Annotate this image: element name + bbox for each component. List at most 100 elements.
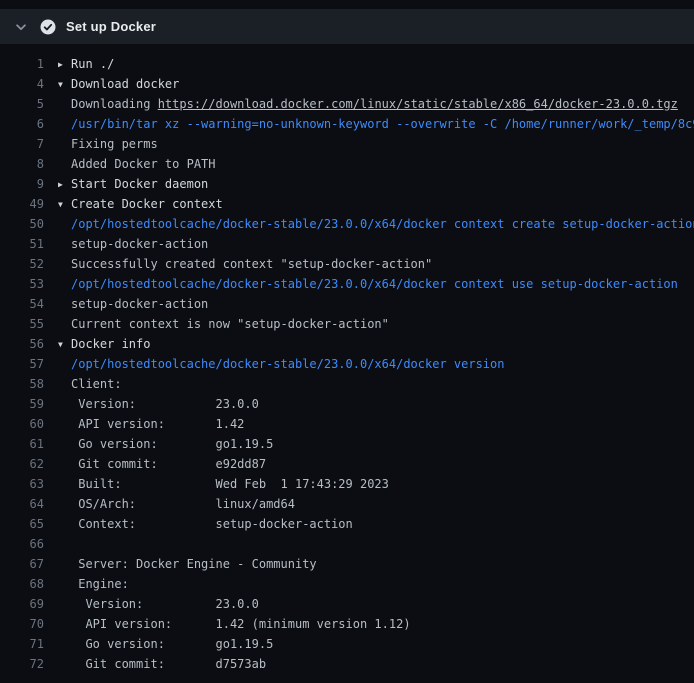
log-line: 59 Version: 23.0.0	[0, 394, 694, 414]
line-number[interactable]: 61	[0, 434, 44, 454]
log-line: 69 Version: 23.0.0	[0, 594, 694, 614]
step-header[interactable]: Set up Docker	[0, 9, 694, 44]
chevron-right-icon[interactable]: ▶	[58, 55, 71, 74]
log-group-row: 1 ▶Run ./	[0, 54, 694, 74]
line-number[interactable]: 72	[0, 654, 44, 674]
line-number[interactable]: 9	[0, 174, 44, 194]
log-text-line: Version: 23.0.0	[58, 594, 259, 614]
chevron-down-icon[interactable]: ▼	[58, 195, 71, 214]
log-group-header[interactable]: ▶Start Docker daemon	[58, 174, 208, 194]
log-line: 50/opt/hostedtoolcache/docker-stable/23.…	[0, 214, 694, 234]
log-line: 66	[0, 534, 694, 554]
line-number[interactable]: 4	[0, 74, 44, 94]
line-number[interactable]: 66	[0, 534, 44, 554]
log-text-line: Version: 23.0.0	[58, 394, 259, 414]
group-title: Download docker	[71, 77, 179, 91]
log-line: 52 Successfully created context "setup-do…	[0, 254, 694, 274]
log-group-header[interactable]: ▼Create Docker context	[58, 194, 223, 214]
line-number[interactable]: 1	[0, 54, 44, 74]
log-line: 54 setup-docker-action	[0, 294, 694, 314]
line-number[interactable]: 69	[0, 594, 44, 614]
log-text: /opt/hostedtoolcache/docker-stable/23.0.…	[71, 357, 504, 371]
line-number[interactable]: 59	[0, 394, 44, 414]
log-text: API version: 1.42 (minimum version 1.12)	[71, 617, 411, 631]
log-text-line: Fixing perms	[58, 134, 158, 154]
line-number[interactable]: 51	[0, 234, 44, 254]
log-group-header[interactable]: ▼Docker info	[58, 334, 150, 354]
line-number[interactable]: 6	[0, 114, 44, 134]
log-text: setup-docker-action	[71, 297, 208, 311]
line-number[interactable]: 53	[0, 274, 44, 294]
log-text-line: Client:	[58, 374, 122, 394]
log-text: Current context is now "setup-docker-act…	[71, 317, 389, 331]
log-text-line	[58, 534, 71, 554]
log-text-line: /opt/hostedtoolcache/docker-stable/23.0.…	[58, 274, 678, 294]
line-number[interactable]: 5	[0, 94, 44, 114]
log-text-line: /opt/hostedtoolcache/docker-stable/23.0.…	[58, 354, 504, 374]
log-link[interactable]: https://download.docker.com/linux/static…	[158, 97, 678, 111]
line-number[interactable]: 56	[0, 334, 44, 354]
line-number[interactable]: 68	[0, 574, 44, 594]
chevron-down-icon[interactable]	[14, 20, 28, 34]
log-text-line: Engine:	[58, 574, 129, 594]
line-number[interactable]: 64	[0, 494, 44, 514]
log-line: 70 API version: 1.42 (minimum version 1.…	[0, 614, 694, 634]
log-line: 8 Added Docker to PATH	[0, 154, 694, 174]
line-number[interactable]: 54	[0, 294, 44, 314]
log-text: Git commit: d7573ab	[71, 657, 266, 671]
log-line: 72 Git commit: d7573ab	[0, 654, 694, 674]
log-group-row: 56 ▼Docker info	[0, 334, 694, 354]
log-line: 6/usr/bin/tar xz --warning=no-unknown-ke…	[0, 114, 694, 134]
log-group-row: 49 ▼Create Docker context	[0, 194, 694, 214]
line-number[interactable]: 63	[0, 474, 44, 494]
line-number[interactable]: 67	[0, 554, 44, 574]
log-text: API version: 1.42	[71, 417, 244, 431]
log-text-line: Added Docker to PATH	[58, 154, 216, 174]
log-text: Built: Wed Feb 1 17:43:29 2023	[71, 477, 389, 491]
line-number[interactable]: 65	[0, 514, 44, 534]
log-text-line: /usr/bin/tar xz --warning=no-unknown-key…	[58, 114, 694, 134]
log-text: Downloading	[71, 97, 158, 111]
log-text: setup-docker-action	[71, 237, 208, 251]
log-text-line: setup-docker-action	[58, 234, 208, 254]
group-title: Docker info	[71, 337, 150, 351]
log-text-line: Git commit: d7573ab	[58, 654, 266, 674]
log-line: 51 setup-docker-action	[0, 234, 694, 254]
log-text-line: Go version: go1.19.5	[58, 634, 273, 654]
line-number[interactable]: 57	[0, 354, 44, 374]
line-number[interactable]: 50	[0, 214, 44, 234]
log-line: 62 Git commit: e92dd87	[0, 454, 694, 474]
line-number[interactable]: 49	[0, 194, 44, 214]
line-number[interactable]: 8	[0, 154, 44, 174]
line-number[interactable]: 62	[0, 454, 44, 474]
log-text: Added Docker to PATH	[71, 157, 216, 171]
line-number[interactable]: 7	[0, 134, 44, 154]
log-group-header[interactable]: ▶Run ./	[58, 54, 114, 74]
line-number[interactable]: 60	[0, 414, 44, 434]
log-line: 63 Built: Wed Feb 1 17:43:29 2023	[0, 474, 694, 494]
line-number[interactable]: 55	[0, 314, 44, 334]
line-number[interactable]: 58	[0, 374, 44, 394]
log-text-line: Context: setup-docker-action	[58, 514, 353, 534]
log-line: 67 Server: Docker Engine - Community	[0, 554, 694, 574]
log-text: Engine:	[71, 577, 129, 591]
line-number[interactable]: 52	[0, 254, 44, 274]
line-number[interactable]: 71	[0, 634, 44, 654]
chevron-down-icon[interactable]: ▼	[58, 335, 71, 354]
group-title: Create Docker context	[71, 197, 223, 211]
chevron-right-icon[interactable]: ▶	[58, 175, 71, 194]
log-line: 55 Current context is now "setup-docker-a…	[0, 314, 694, 334]
log-text: OS/Arch: linux/amd64	[71, 497, 295, 511]
log-line: 64 OS/Arch: linux/amd64	[0, 494, 694, 514]
line-number[interactable]: 70	[0, 614, 44, 634]
group-title: Run ./	[71, 57, 114, 71]
log-text-line: Go version: go1.19.5	[58, 434, 273, 454]
log-text: Git commit: e92dd87	[71, 457, 266, 471]
log-text: Fixing perms	[71, 137, 158, 151]
actions-log-page: Set up Docker 1▶Run ./4▼Download docker5…	[0, 9, 694, 683]
log-group-header[interactable]: ▼Download docker	[58, 74, 179, 94]
log-text: Version: 23.0.0	[71, 597, 259, 611]
log-text: Successfully created context "setup-dock…	[71, 257, 432, 271]
chevron-down-icon[interactable]: ▼	[58, 75, 71, 94]
log-group-row: 4 ▼Download docker	[0, 74, 694, 94]
